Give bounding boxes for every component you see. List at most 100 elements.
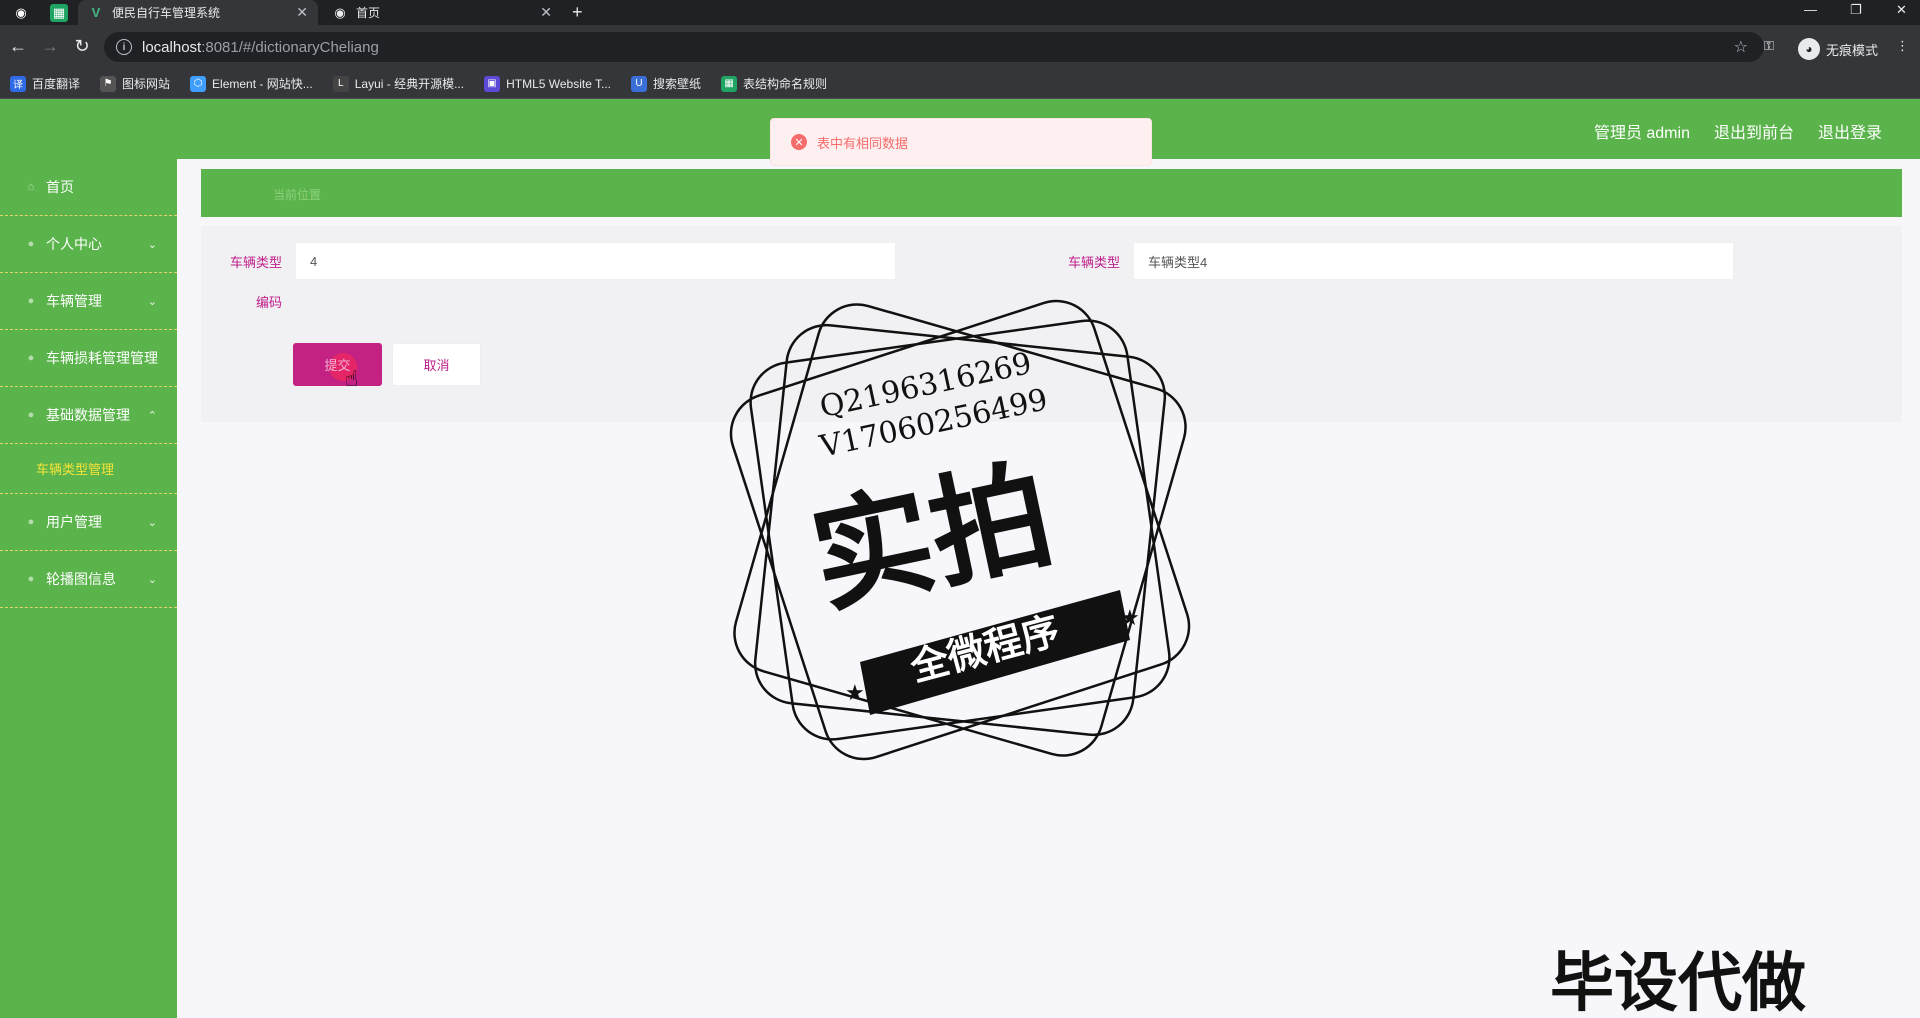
- bookmark-item[interactable]: L Layui - 经典开源模...: [332, 75, 465, 92]
- breadcrumb-text: 当前位置: [273, 188, 322, 202]
- input-value: 4: [310, 253, 318, 269]
- bookmark-label: Element - 网站快...: [212, 77, 313, 91]
- bookmark-label: 搜索壁纸: [653, 77, 702, 91]
- data-icon: ●: [27, 409, 35, 421]
- sidebar-item-label: 轮播图信息: [46, 571, 116, 587]
- tab-title: 首页: [356, 6, 381, 20]
- sidebar-subitem-label: 车辆类型管理: [36, 462, 115, 477]
- tab-app[interactable]: V 便民自行车管理系统 ✕: [78, 0, 318, 25]
- image-icon: ●: [27, 573, 35, 585]
- error-circle-icon: ✕: [791, 134, 807, 150]
- svg-text:★: ★: [1120, 605, 1140, 630]
- bookmark-label: Layui - 经典开源模...: [354, 77, 465, 91]
- cancel-button[interactable]: 取消: [392, 343, 481, 386]
- vehicle-icon: ●: [27, 295, 35, 307]
- sidebar-subitem-vehicle-type[interactable]: 车辆类型管理: [0, 444, 177, 494]
- close-icon[interactable]: ✕: [540, 4, 552, 21]
- plus-icon: +: [572, 2, 583, 22]
- pinned-tab-icon[interactable]: ▦: [50, 4, 68, 22]
- error-message: ✕ 表中有相同数据: [770, 118, 1152, 166]
- sidebar-item-damage[interactable]: ● 车辆损耗管理管理: [0, 330, 177, 387]
- bookmark-item[interactable]: ▦ 表结构命名规则: [721, 75, 827, 92]
- back-icon[interactable]: ←: [6, 34, 30, 58]
- bookmark-label: 表结构命名规则: [743, 77, 828, 91]
- sidebar: ⌂ 首页 ● 个人中心 ⌄ ● 车辆管理 ⌄ ● 车辆损耗管理管理 ● 基础数据管理 ⌃ 车辆类…: [0, 159, 177, 1018]
- sidebar-item-profile[interactable]: ● 个人中心 ⌄: [0, 216, 177, 273]
- input-value: 车辆类型4: [1148, 254, 1208, 270]
- error-text: 表中有相同数据: [817, 135, 909, 151]
- bottom-watermark: 毕设代做: [1550, 947, 1806, 1018]
- vehicle-type-name-label: 车辆类型: [1067, 255, 1120, 270]
- vehicle-type-code-input[interactable]: 4: [295, 242, 896, 280]
- cancel-label: 取消: [423, 358, 450, 373]
- tab-home[interactable]: ◉ 首页 ✕: [322, 0, 562, 25]
- close-window-icon[interactable]: ✕: [1896, 2, 1907, 18]
- globe-icon[interactable]: ◉: [12, 4, 30, 22]
- logout-link[interactable]: 退出登录: [1818, 119, 1882, 143]
- svg-text:★: ★: [845, 680, 865, 705]
- bookmark-item[interactable]: U 搜索壁纸: [631, 75, 701, 92]
- sidebar-item-vehicles[interactable]: ● 车辆管理 ⌄: [0, 273, 177, 330]
- user-icon: ●: [27, 238, 35, 250]
- incognito-indicator[interactable]: ◕ 无痕模式: [1798, 38, 1878, 60]
- sheet-icon: ▦: [721, 75, 738, 92]
- vue-icon: V: [91, 5, 101, 20]
- restore-icon[interactable]: ❐: [1850, 2, 1862, 18]
- bookmark-item[interactable]: ⬡ Element - 网站快...: [190, 75, 313, 92]
- wallpaper-icon: U: [631, 75, 648, 92]
- admin-user-label: 管理员 admin: [1593, 125, 1690, 142]
- bookmark-item[interactable]: 译百度翻译: [10, 75, 80, 92]
- bookmark-label: HTML5 Website T...: [506, 76, 612, 91]
- forward-icon[interactable]: →: [38, 34, 62, 58]
- back-to-frontend-link[interactable]: 退出到前台: [1714, 119, 1794, 143]
- browser-tabstrip: ◉ ▦ V 便民自行车管理系统 ✕ ◉ 首页 ✕ + — ❐ ✕: [0, 0, 1920, 25]
- vehicle-type-code-label: 车辆类型: [229, 255, 282, 270]
- breadcrumb: 当前位置: [201, 169, 1902, 217]
- chevron-down-icon: ⌄: [147, 295, 157, 308]
- sidebar-item-users[interactable]: ● 用户管理 ⌄: [0, 494, 177, 551]
- info-icon[interactable]: i: [116, 39, 132, 55]
- menu-icon[interactable]: ⋮: [1896, 38, 1909, 54]
- submit-button[interactable]: 提交: [293, 343, 382, 386]
- bookmark-label: 百度翻译: [32, 77, 81, 91]
- bookmarks-bar: 译百度翻译 ⚑ 图标网站 ⬡ Element - 网站快... L Layui - 经…: [0, 69, 1920, 99]
- element-icon: ⬡: [190, 75, 207, 92]
- flag-icon: ⚑: [100, 75, 117, 92]
- chevron-down-icon: ⌄: [147, 573, 157, 586]
- key-icon[interactable]: ⚿: [1764, 38, 1774, 54]
- layui-icon: L: [332, 75, 349, 92]
- sidebar-item-label: 车辆管理: [46, 293, 102, 309]
- browser-toolbar: ← → ↻ i localhost:8081/#/dictionaryCheli…: [0, 25, 1920, 69]
- incognito-label: 无痕模式: [1826, 42, 1879, 58]
- header-links: 管理员 admin 退出到前台 退出登录: [1570, 119, 1882, 143]
- sidebar-item-basic-data[interactable]: ● 基础数据管理 ⌃: [0, 387, 177, 444]
- chevron-up-icon: ⌃: [147, 409, 157, 422]
- reload-icon[interactable]: ↻: [70, 34, 94, 58]
- users-icon: ●: [27, 516, 35, 528]
- damage-icon: ●: [27, 352, 35, 364]
- html5-icon: ▣: [484, 75, 501, 92]
- home-icon: ⌂: [27, 181, 35, 193]
- sidebar-item-label: 用户管理: [46, 514, 102, 530]
- sidebar-item-label: 首页: [46, 179, 74, 195]
- vehicle-type-name-input[interactable]: 车辆类型4: [1133, 242, 1734, 280]
- hand-cursor-icon: ☝: [345, 366, 359, 391]
- address-path: :8081/#/dictionaryCheliang: [201, 38, 379, 56]
- sidebar-item-label: 基础数据管理: [46, 407, 130, 423]
- bookmark-item[interactable]: ▣ HTML5 Website T...: [484, 75, 612, 92]
- bookmark-item[interactable]: ⚑ 图标网站: [100, 75, 170, 92]
- watermark-stamp: ★ ★ Q2196316269 V17060256499 实拍 全微程序: [720, 290, 1200, 770]
- minimize-icon[interactable]: —: [1804, 2, 1817, 17]
- bookmark-label: 图标网站: [122, 77, 171, 91]
- close-icon[interactable]: ✕: [296, 4, 308, 21]
- incognito-icon: ◕: [1798, 38, 1820, 60]
- sidebar-item-carousel[interactable]: ● 轮播图信息 ⌄: [0, 551, 177, 608]
- sidebar-item-home[interactable]: ⌂ 首页: [0, 159, 177, 216]
- tab-title: 便民自行车管理系统: [112, 6, 221, 20]
- translate-icon: 译: [10, 75, 26, 92]
- chevron-down-icon: ⌄: [147, 238, 157, 251]
- new-tab-button[interactable]: +: [572, 0, 596, 25]
- sidebar-item-label: 车辆损耗管理管理: [46, 350, 158, 366]
- address-bar[interactable]: i localhost:8081/#/dictionaryCheliang ☆: [104, 32, 1764, 62]
- star-icon[interactable]: ☆: [1734, 37, 1748, 57]
